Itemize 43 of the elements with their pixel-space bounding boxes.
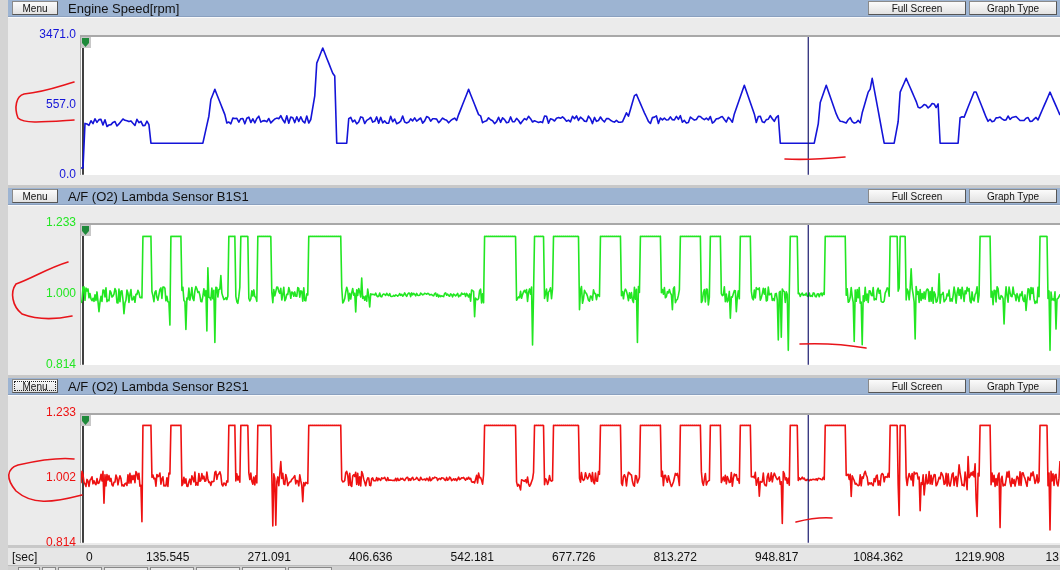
x-axis-label: 813.272	[652, 549, 698, 564]
x-axis-label: 135.545	[145, 549, 191, 564]
x-axis-label: 271.091	[246, 549, 292, 564]
menu-button[interactable]: Menu	[12, 1, 58, 15]
y-axis-label: 0.0	[59, 166, 76, 181]
y-axis-label: 3471.0	[39, 27, 76, 41]
graph-type-button[interactable]: Graph Type	[969, 1, 1057, 15]
marker-icon[interactable]	[81, 225, 91, 236]
graph-type-button[interactable]: Graph Type	[969, 379, 1057, 393]
scribble-drawing	[795, 516, 833, 523]
cursor-line[interactable]	[807, 225, 809, 365]
x-axis-label: 406.636	[348, 549, 394, 564]
y-axis-label: 1.000	[45, 285, 76, 300]
y-axis-label: 0.814	[45, 534, 76, 549]
menu-button[interactable]: Menu	[12, 379, 58, 393]
graph-title: Engine Speed[rpm]	[68, 0, 181, 16]
x-axis-label: 0	[86, 549, 94, 564]
x-axis-label: 1084.362	[852, 549, 905, 564]
x-axis-label: 542.181	[449, 549, 495, 564]
axis-unit: [sec]	[11, 549, 39, 564]
scribble-drawing	[799, 342, 867, 349]
cursor-line[interactable]	[807, 37, 809, 175]
full-screen-button[interactable]: Full Screen	[868, 1, 966, 15]
y-axis-label: 1.233	[45, 215, 76, 229]
y-axis-label: 1.002	[45, 469, 76, 484]
x-axis-label: 1219.908	[953, 549, 1006, 564]
x-axis-label: 13	[1044, 549, 1060, 564]
scribble-drawing	[15, 81, 75, 123]
graph-type-button[interactable]: Graph Type	[969, 189, 1057, 203]
full-screen-button[interactable]: Full Screen	[868, 379, 966, 393]
graph-title: A/F (O2) Lambda Sensor B2S1	[68, 378, 250, 394]
x-axis-label: 948.817	[754, 549, 800, 564]
marker-icon[interactable]	[81, 415, 91, 426]
graph-title: A/F (O2) Lambda Sensor B1S1	[68, 188, 250, 204]
x-axis-label: 677.726	[551, 549, 597, 564]
scribble-drawing	[784, 156, 846, 161]
menu-button[interactable]: Menu	[12, 189, 58, 203]
cursor-line[interactable]	[807, 415, 809, 543]
full-screen-button[interactable]: Full Screen	[868, 189, 966, 203]
marker-icon[interactable]	[81, 37, 91, 48]
y-axis-label: 557.0	[45, 96, 76, 111]
y-axis-label: 1.233	[45, 405, 76, 419]
y-axis-label: 0.814	[45, 356, 76, 371]
